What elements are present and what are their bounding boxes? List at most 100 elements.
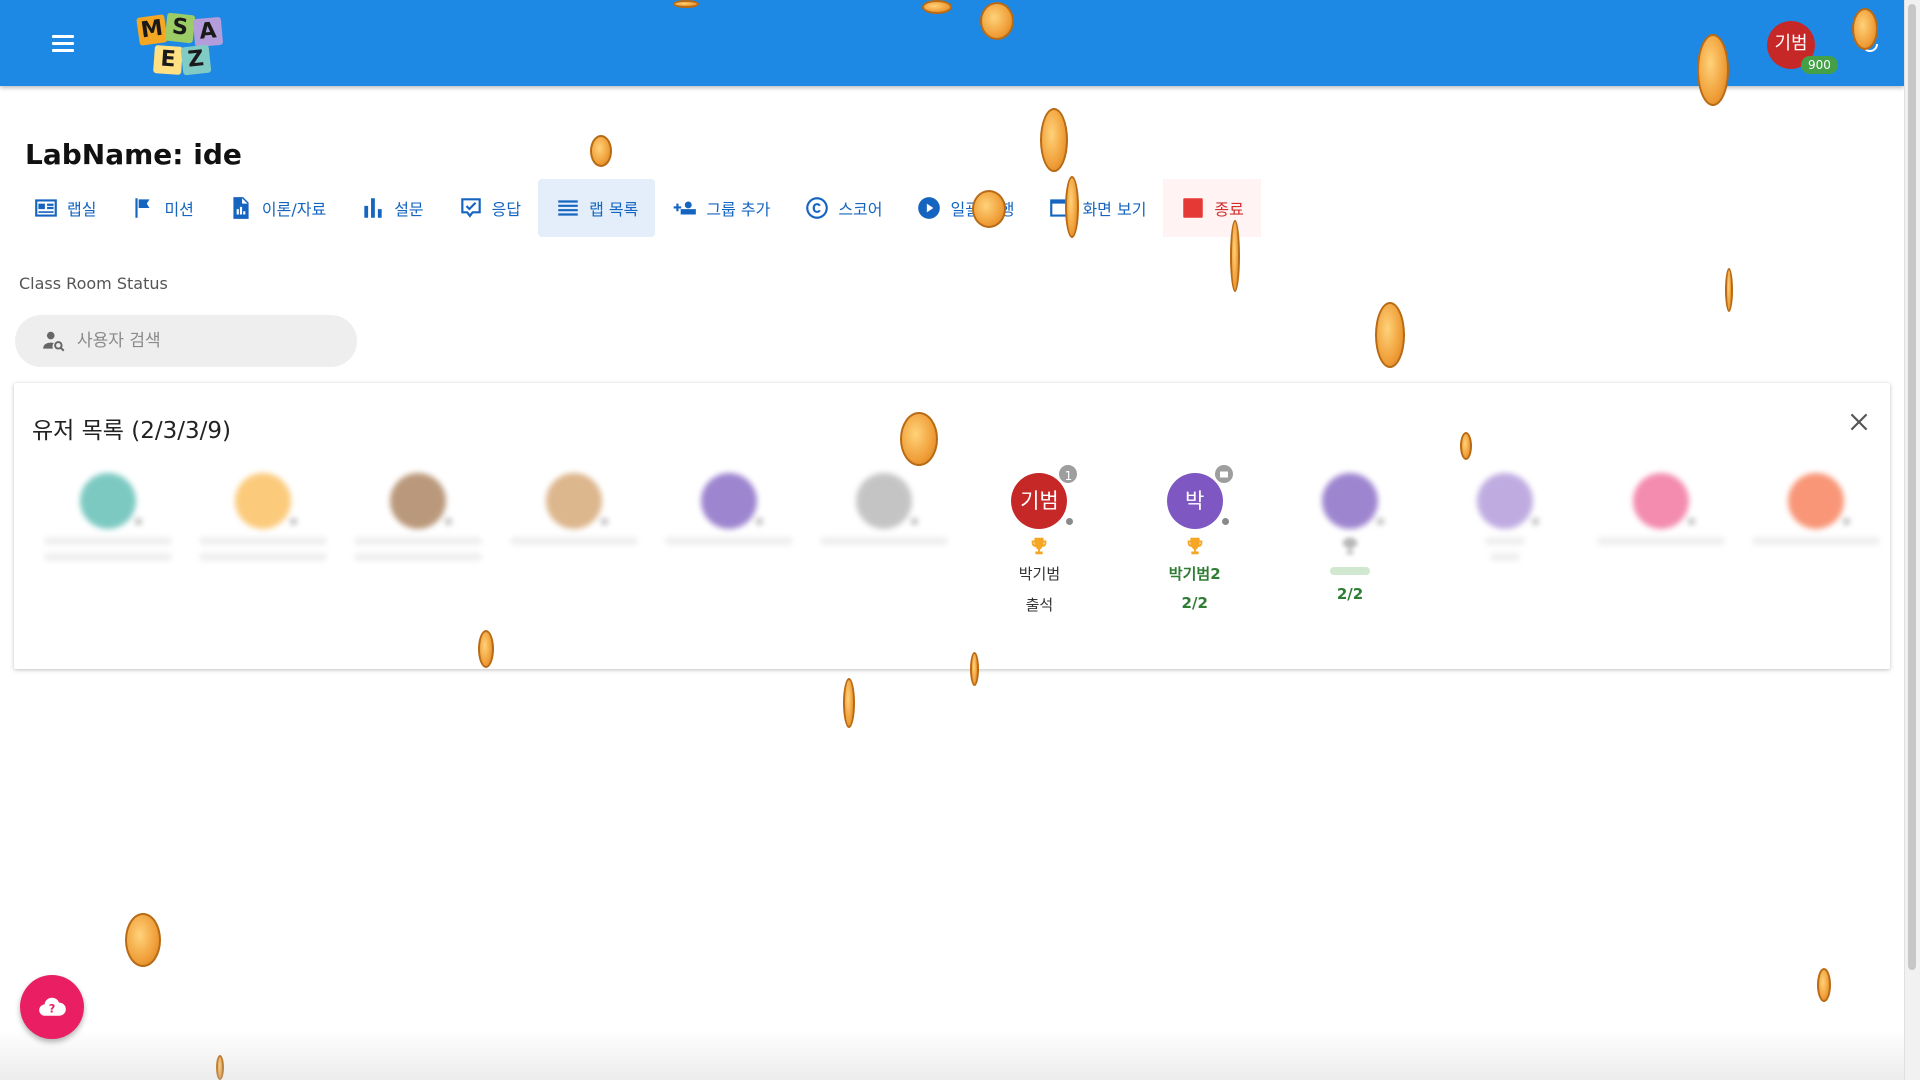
scrollbar-thumb[interactable] — [1908, 4, 1916, 970]
app-bar: M S A E Z 기범 900 — [0, 0, 1904, 86]
user-item[interactable] — [806, 473, 961, 615]
lab-card-icon — [35, 199, 57, 217]
avatar: 기범 1 — [1011, 463, 1080, 529]
copyright-score-icon — [806, 197, 829, 219]
close-icon[interactable] — [1846, 409, 1872, 435]
points-badge: 900 — [1801, 56, 1838, 74]
coin-decoration — [970, 652, 979, 686]
presence-dot — [753, 516, 765, 527]
logo-letter: Z — [180, 44, 212, 76]
tab-label: 랩실 — [67, 200, 97, 219]
screen-share-badge — [1212, 463, 1235, 485]
tab-label: 설문 — [394, 200, 424, 219]
tab-response[interactable]: 응답 — [441, 179, 538, 237]
tab-label: 미션 — [164, 200, 194, 219]
user-name: 박기범2 — [1168, 565, 1221, 583]
avatar — [1632, 473, 1697, 529]
name-placeholder — [664, 537, 793, 545]
coin-decoration — [980, 2, 1014, 40]
presence-dot — [1219, 516, 1231, 527]
svg-text:?: ? — [49, 1003, 56, 1016]
user-item[interactable] — [30, 473, 185, 615]
user-item[interactable] — [1738, 473, 1893, 615]
logo-letter: S — [164, 12, 196, 44]
avatar-initials: 박 — [1185, 489, 1205, 513]
avatar — [545, 473, 610, 529]
user-item[interactable]: 기범 1 박기범 출석 — [962, 463, 1117, 615]
help-button[interactable]: ? — [20, 975, 84, 1039]
user-item[interactable] — [341, 473, 496, 615]
list-icon — [558, 200, 578, 216]
presence-dot — [443, 516, 455, 527]
tab-label: 랩 목록 — [589, 200, 639, 219]
tab-group-add[interactable]: 그룹 추가 — [655, 179, 787, 237]
logo-letter: A — [192, 16, 224, 48]
coin-decoration — [843, 678, 855, 728]
name-placeholder — [198, 537, 327, 545]
tab-lab-list[interactable]: 랩 목록 — [538, 179, 656, 237]
coin-decoration — [478, 630, 494, 668]
menu-icon[interactable] — [52, 32, 78, 54]
group-add-icon — [673, 201, 697, 215]
avatar — [700, 473, 765, 529]
presence-dot — [909, 516, 921, 527]
avatar — [1322, 473, 1387, 529]
tab-lab[interactable]: 랩실 — [16, 179, 113, 237]
status-placeholder — [198, 553, 327, 561]
user-name: 박기범 — [1018, 565, 1061, 583]
user-item[interactable]: 2/2 — [1272, 473, 1427, 615]
tab-batch-run[interactable]: 일괄 실행 — [899, 179, 1031, 237]
search-input[interactable] — [77, 331, 337, 351]
logo[interactable]: M S A E Z — [136, 12, 242, 76]
logo-letter: E — [153, 45, 183, 75]
section-label: Class Room Status — [19, 274, 168, 293]
coin-decoration — [1230, 220, 1240, 292]
bar-chart-icon — [364, 198, 382, 218]
user-list-card: 유저 목록 (2/3/3/9) 기범 1 박기범 출석 박 박기범2 2/2 2… — [14, 383, 1890, 669]
status-placeholder — [1490, 553, 1521, 561]
avatar — [79, 473, 144, 529]
user-item[interactable] — [185, 473, 340, 615]
user-search-icon — [43, 331, 65, 352]
avatar: 박 — [1166, 463, 1235, 529]
coin-decoration — [900, 412, 938, 466]
presence-dot — [598, 516, 610, 527]
coin-decoration — [125, 913, 161, 967]
trophy-icon — [1187, 537, 1203, 555]
coin-decoration — [1725, 268, 1733, 312]
presence-dot — [1530, 516, 1542, 527]
name-placeholder — [820, 537, 949, 545]
name-placeholder — [354, 537, 483, 545]
tab-label: 종료 — [1214, 200, 1244, 219]
presence-dot — [287, 516, 299, 527]
screen-share-icon — [1219, 471, 1228, 478]
tab-mission[interactable]: 미션 — [113, 179, 210, 237]
tab-materials[interactable]: 이론/자료 — [211, 179, 343, 237]
tab-label: 응답 — [491, 200, 522, 219]
user-list: 기범 1 박기범 출석 박 박기범2 2/2 2/2 — [30, 463, 1894, 615]
page-title: LabName: ide — [25, 138, 242, 171]
user-item[interactable] — [496, 473, 651, 615]
coin-decoration — [1817, 968, 1831, 1002]
name-placeholder — [1330, 567, 1371, 575]
tab-screen-view[interactable]: 화면 보기 — [1031, 179, 1163, 237]
trophy-icon — [1342, 537, 1358, 555]
tab-end[interactable]: 종료 — [1163, 179, 1261, 237]
user-item[interactable] — [1583, 473, 1738, 615]
coin-decoration — [1040, 108, 1068, 172]
avatar-initials: 기범 — [1020, 489, 1059, 513]
tab-score[interactable]: 스코어 — [787, 179, 899, 237]
user-search-box[interactable] — [15, 315, 357, 367]
avatar — [234, 473, 299, 529]
tab-survey[interactable]: 설문 — [343, 179, 440, 237]
coin-decoration — [1460, 432, 1472, 460]
coin-decoration — [972, 190, 1006, 228]
user-item[interactable]: 박 박기범2 2/2 — [1117, 463, 1272, 615]
user-item[interactable] — [651, 473, 806, 615]
user-item[interactable] — [1428, 473, 1583, 615]
play-circle-icon — [918, 197, 941, 219]
status-placeholder — [354, 553, 483, 561]
presence-dot — [1064, 516, 1076, 527]
user-status: 2/2 — [1181, 594, 1208, 612]
presence-dot — [1840, 516, 1852, 527]
